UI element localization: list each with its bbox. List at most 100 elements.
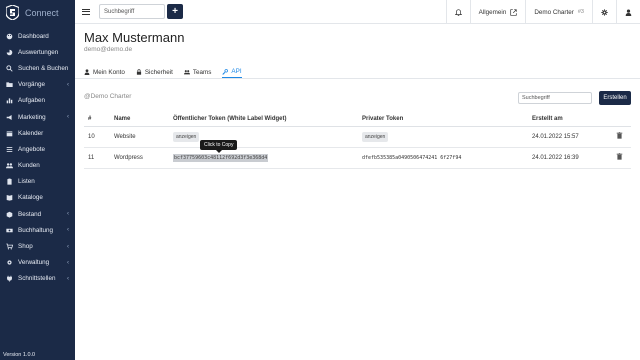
row-created: 24.01.2022 16:39 xyxy=(528,147,612,169)
user-email: demo@demo.de xyxy=(84,46,133,53)
cart-icon xyxy=(6,243,13,250)
sidebar-item-listen[interactable]: Listen xyxy=(0,174,75,190)
profile-tabs: Mein Konto Sicherheit Teams API xyxy=(84,66,242,78)
sidebar-item-label: Aufgaben xyxy=(18,97,45,105)
trash-icon[interactable] xyxy=(616,153,623,160)
palette-icon xyxy=(6,33,13,40)
tab-label: API xyxy=(231,68,242,75)
sidebar-item-marketing[interactable]: Marketing ‹ xyxy=(0,109,75,125)
sidebar-item-buchhaltung[interactable]: Buchhaltung ‹ xyxy=(0,222,75,238)
sidebar-item-vorgänge[interactable]: Vorgänge ‹ xyxy=(0,77,75,93)
sidebar-item-label: Suchen & Buchen xyxy=(18,64,69,72)
public-token-cell: anzeigen xyxy=(169,126,358,148)
add-button[interactable]: + xyxy=(167,4,183,19)
sidebar-item-label: Vorgänge xyxy=(18,81,45,89)
users-icon xyxy=(183,70,190,75)
sidebar-item-kunden[interactable]: Kunden xyxy=(0,158,75,174)
sidebar-item-verwaltung[interactable]: Verwaltung ‹ xyxy=(0,255,75,271)
user-menu-button[interactable] xyxy=(616,0,640,24)
sidebar-item-dashboard[interactable]: Dashboard xyxy=(0,28,75,44)
general-label: Allgemein xyxy=(478,8,507,16)
sidebar-nav: Dashboard Auswertungen Suchen & Buchen Vorg… xyxy=(0,28,75,287)
charter-switcher[interactable]: Demo Charter #3 xyxy=(525,0,592,24)
row-name: Website xyxy=(110,126,169,148)
settings-button[interactable] xyxy=(592,0,616,24)
private-token-value[interactable]: dfefb535385a0490506474241 6f27f94 xyxy=(362,155,461,161)
tab-sicherheit[interactable]: Sicherheit xyxy=(136,66,173,78)
chevron-left-icon: ‹ xyxy=(67,275,69,282)
chevron-left-icon: ‹ xyxy=(67,227,69,234)
notifications-button[interactable] xyxy=(445,0,470,24)
create-button[interactable]: Erstellen xyxy=(599,91,631,105)
table-row: 10 Website anzeigen anzeigen 24.01.2022 … xyxy=(84,126,631,148)
sidebar-item-label: Listen xyxy=(18,178,35,186)
sidebar-item-bestand[interactable]: Bestand ‹ xyxy=(0,206,75,222)
api-content: @Demo Charter Suchbegriff Erstellen # Na… xyxy=(75,79,640,360)
public-token-value[interactable]: bcf37759603c48112f692d3f3e368d4 xyxy=(173,153,269,162)
chart-bar-icon xyxy=(6,97,13,104)
version-label: Version 1.0.0 xyxy=(3,352,36,358)
bell-icon xyxy=(454,8,462,16)
sidebar-item-label: Buchhaltung xyxy=(18,226,54,234)
private-token-cell: anzeigen xyxy=(358,126,528,148)
sidebar-item-aufgaben[interactable]: Aufgaben xyxy=(0,93,75,109)
sidebar-item-label: Angebote xyxy=(18,145,45,153)
sidebar-item-label: Dashboard xyxy=(18,32,49,40)
hamburger-menu-icon[interactable] xyxy=(82,8,90,16)
search-icon xyxy=(6,65,13,72)
row-created: 24.01.2022 15:57 xyxy=(528,126,612,148)
sidebar-item-label: Kunden xyxy=(18,162,40,170)
chevron-left-icon: ‹ xyxy=(67,81,69,88)
row-actions xyxy=(612,126,631,148)
row-id: 10 xyxy=(84,126,110,148)
show-private-token-button[interactable]: anzeigen xyxy=(362,131,389,142)
token-search-input[interactable]: Suchbegriff xyxy=(518,92,592,104)
public-token-cell: bcf37759603c48112f692d3f3e368d4 Click to… xyxy=(169,139,358,169)
sidebar-item-label: Auswertungen xyxy=(18,48,59,56)
show-public-token-button[interactable]: anzeigen xyxy=(173,131,200,142)
sidebar-item-label: Verwaltung xyxy=(18,259,50,267)
tab-mein-konto[interactable]: Mein Konto xyxy=(84,66,125,78)
column-header-name: Name xyxy=(110,112,169,127)
brand-name: Connect xyxy=(25,7,59,18)
trash-icon[interactable] xyxy=(616,132,623,139)
api-token-table: # Name Öffentlicher Token (White Label W… xyxy=(84,112,631,169)
row-name: Wordpress xyxy=(110,147,169,169)
chevron-left-icon: ‹ xyxy=(67,259,69,266)
box-icon xyxy=(6,211,13,218)
lock-icon xyxy=(136,69,141,75)
user-icon xyxy=(625,8,632,16)
clipboard-icon xyxy=(6,178,13,185)
sidebar-item-label: Kataloge xyxy=(18,194,43,202)
sidebar-item-kataloge[interactable]: Kataloge xyxy=(0,190,75,206)
tab-api[interactable]: API xyxy=(222,66,242,78)
chevron-left-icon: ‹ xyxy=(67,114,69,121)
sidebar-item-label: Schnittstellen xyxy=(18,275,56,283)
tab-teams[interactable]: Teams xyxy=(183,66,211,78)
sidebar-item-suchen-buchen[interactable]: Suchen & Buchen xyxy=(0,60,75,76)
sidebar-item-angebote[interactable]: Angebote xyxy=(0,141,75,157)
sidebar-item-shop[interactable]: Shop ‹ xyxy=(0,238,75,254)
users-icon xyxy=(6,162,13,169)
column-header-id: # xyxy=(84,112,110,127)
sidebar-item-auswertungen[interactable]: Auswertungen xyxy=(0,44,75,60)
sidebar-item-kalender[interactable]: Kalender xyxy=(0,125,75,141)
brand[interactable]: Connect xyxy=(0,0,75,25)
global-search-input[interactable]: Suchbegriff xyxy=(99,4,165,19)
cog-icon xyxy=(6,259,13,266)
gear-icon xyxy=(601,8,608,16)
topbar-right: Allgemein Demo Charter #3 xyxy=(445,0,640,24)
shield-logo-icon xyxy=(6,5,19,20)
chart-pie-icon xyxy=(6,49,13,56)
column-header-created: Erstellt am xyxy=(528,112,612,127)
plug-icon xyxy=(6,275,13,283)
general-button[interactable]: Allgemein xyxy=(469,0,526,24)
row-actions xyxy=(612,147,631,169)
calendar-icon xyxy=(6,130,13,137)
book-icon xyxy=(6,194,13,202)
list-icon xyxy=(6,146,13,153)
sidebar-item-schnittstellen[interactable]: Schnittstellen ‹ xyxy=(0,271,75,287)
column-header-public-token: Öffentlicher Token (White Label Widget) xyxy=(169,112,358,127)
sidebar: Connect Dashboard Auswertungen Suchen & Bu… xyxy=(0,0,75,360)
chevron-left-icon: ‹ xyxy=(67,243,69,250)
